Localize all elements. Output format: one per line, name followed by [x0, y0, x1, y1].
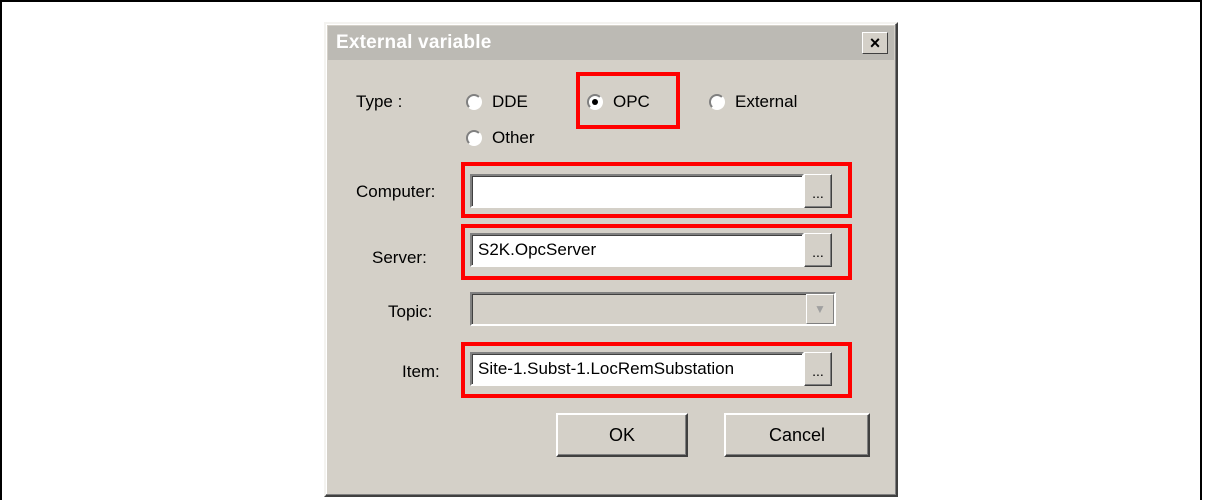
computer-browse-button[interactable]: ...: [804, 174, 832, 208]
server-label: Server:: [372, 248, 427, 267]
radio-dde-circle[interactable]: [466, 94, 482, 110]
computer-field[interactable]: [470, 174, 804, 208]
radio-other-circle[interactable]: [466, 130, 482, 146]
radio-dde[interactable]: DDE: [466, 92, 528, 112]
chevron-down-icon: ▼: [806, 294, 834, 324]
type-label: Type :: [356, 92, 403, 111]
server-browse-button[interactable]: ...: [804, 233, 832, 267]
computer-input[interactable]: [472, 176, 802, 206]
radio-external-circle[interactable]: [709, 94, 725, 110]
radio-opc-circle[interactable]: [587, 94, 603, 110]
external-variable-dialog: External variable × Type : DDE OPC Exter…: [324, 22, 898, 497]
close-button[interactable]: ×: [862, 32, 888, 54]
ok-button[interactable]: OK: [556, 413, 688, 457]
radio-other[interactable]: Other: [466, 128, 535, 148]
radio-external[interactable]: External: [709, 92, 797, 112]
server-field[interactable]: [470, 233, 804, 267]
topic-label: Topic:: [388, 302, 433, 321]
item-field[interactable]: [470, 352, 804, 386]
item-browse-button[interactable]: ...: [804, 352, 832, 386]
item-label: Item:: [402, 362, 440, 381]
topic-input: [472, 294, 834, 324]
topic-combobox: [470, 292, 836, 326]
radio-opc[interactable]: OPC: [587, 92, 650, 112]
radio-other-label: Other: [492, 128, 535, 147]
close-icon: ×: [869, 33, 881, 53]
cancel-button[interactable]: Cancel: [724, 413, 870, 457]
item-input[interactable]: [472, 354, 802, 384]
computer-label: Computer:: [356, 182, 436, 201]
server-input[interactable]: [472, 235, 802, 265]
dialog-title: External variable: [336, 32, 492, 53]
radio-opc-label: OPC: [613, 92, 650, 111]
radio-external-label: External: [735, 92, 798, 111]
radio-dde-label: DDE: [492, 92, 528, 111]
title-bar[interactable]: External variable ×: [328, 26, 894, 60]
